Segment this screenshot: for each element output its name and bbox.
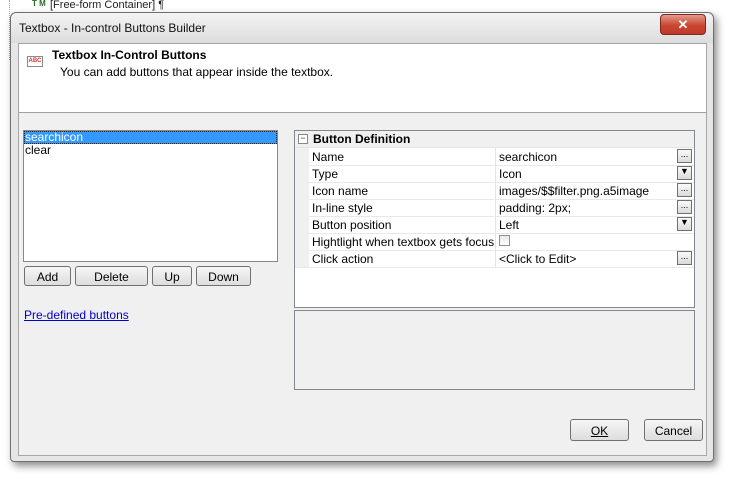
dropdown-arrow-icon[interactable]: ▼ bbox=[677, 217, 692, 231]
property-label: Button position bbox=[312, 218, 392, 232]
property-row-icon-name[interactable]: Icon name images/$$filter.png.a5image ..… bbox=[295, 182, 694, 200]
property-label: In-line style bbox=[312, 201, 373, 215]
property-grid: − Button Definition Name searchicon ... … bbox=[294, 130, 695, 308]
dialog-client-area: ABC Textbox In-Control Buttons You can a… bbox=[18, 43, 707, 456]
title-bar: Textbox - In-control Buttons Builder ✕ bbox=[11, 13, 713, 43]
property-label: Name bbox=[312, 150, 345, 164]
ellipsis-button[interactable]: ... bbox=[677, 200, 692, 214]
ellipsis-button[interactable]: ... bbox=[677, 183, 692, 197]
property-value[interactable]: images/$$filter.png.a5image bbox=[499, 184, 649, 198]
textbox-abc-icon: ABC bbox=[27, 56, 43, 67]
property-label: Hightlight when textbox gets focus bbox=[312, 235, 495, 249]
predefined-buttons-link[interactable]: Pre-defined buttons bbox=[24, 308, 129, 322]
property-value[interactable]: Left bbox=[499, 218, 519, 232]
ellipsis-button[interactable]: ... bbox=[677, 251, 692, 265]
free-form-container-label: [Free-form Container] ¶ bbox=[50, 0, 165, 11]
property-row-click-action[interactable]: Click action <Click to Edit> ... bbox=[295, 250, 694, 268]
property-value[interactable]: <Click to Edit> bbox=[499, 252, 576, 266]
property-row-name[interactable]: Name searchicon ... bbox=[295, 148, 694, 166]
delete-button[interactable]: Delete bbox=[75, 266, 148, 286]
collapse-icon[interactable]: − bbox=[298, 134, 308, 144]
dropdown-arrow-icon[interactable]: ▼ bbox=[677, 166, 692, 180]
header-subtitle: You can add buttons that appear inside t… bbox=[60, 65, 334, 79]
ellipsis-button[interactable]: ... bbox=[677, 149, 692, 163]
property-label: Type bbox=[312, 167, 339, 181]
property-label: Icon name bbox=[312, 184, 369, 198]
up-button[interactable]: Up bbox=[152, 266, 192, 286]
buttons-builder-dialog: Textbox - In-control Buttons Builder ✕ A… bbox=[10, 12, 714, 462]
highlight-checkbox[interactable] bbox=[499, 235, 510, 246]
category-title: Button Definition bbox=[313, 132, 411, 146]
property-row-button-position[interactable]: Button position Left ▼ bbox=[295, 216, 694, 234]
property-value[interactable]: searchicon bbox=[499, 150, 557, 164]
property-description-panel bbox=[294, 310, 695, 390]
property-row-highlight-focus[interactable]: Hightlight when textbox gets focus bbox=[295, 233, 694, 251]
buttons-listbox[interactable]: searchicon clear bbox=[23, 130, 278, 262]
property-label: Click action bbox=[312, 252, 374, 266]
down-button[interactable]: Down bbox=[196, 266, 251, 286]
close-button[interactable]: ✕ bbox=[660, 14, 706, 35]
cancel-button[interactable]: Cancel bbox=[644, 419, 703, 441]
header-title: Textbox In-Control Buttons bbox=[52, 48, 207, 62]
list-item-clear[interactable]: clear bbox=[24, 144, 277, 157]
property-row-inline-style[interactable]: In-line style padding: 2px; ... bbox=[295, 199, 694, 217]
dialog-title: Textbox - In-control Buttons Builder bbox=[19, 21, 206, 35]
dialog-header: ABC Textbox In-Control Buttons You can a… bbox=[19, 44, 706, 113]
category-header: − Button Definition bbox=[295, 131, 694, 148]
property-value[interactable]: padding: 2px; bbox=[499, 201, 571, 215]
property-value[interactable]: Icon bbox=[499, 167, 522, 181]
property-row-type[interactable]: Type Icon ▼ bbox=[295, 165, 694, 183]
ok-button[interactable]: OK bbox=[570, 419, 629, 441]
list-item-searchicon[interactable]: searchicon bbox=[24, 131, 277, 144]
add-button[interactable]: Add bbox=[24, 266, 71, 286]
